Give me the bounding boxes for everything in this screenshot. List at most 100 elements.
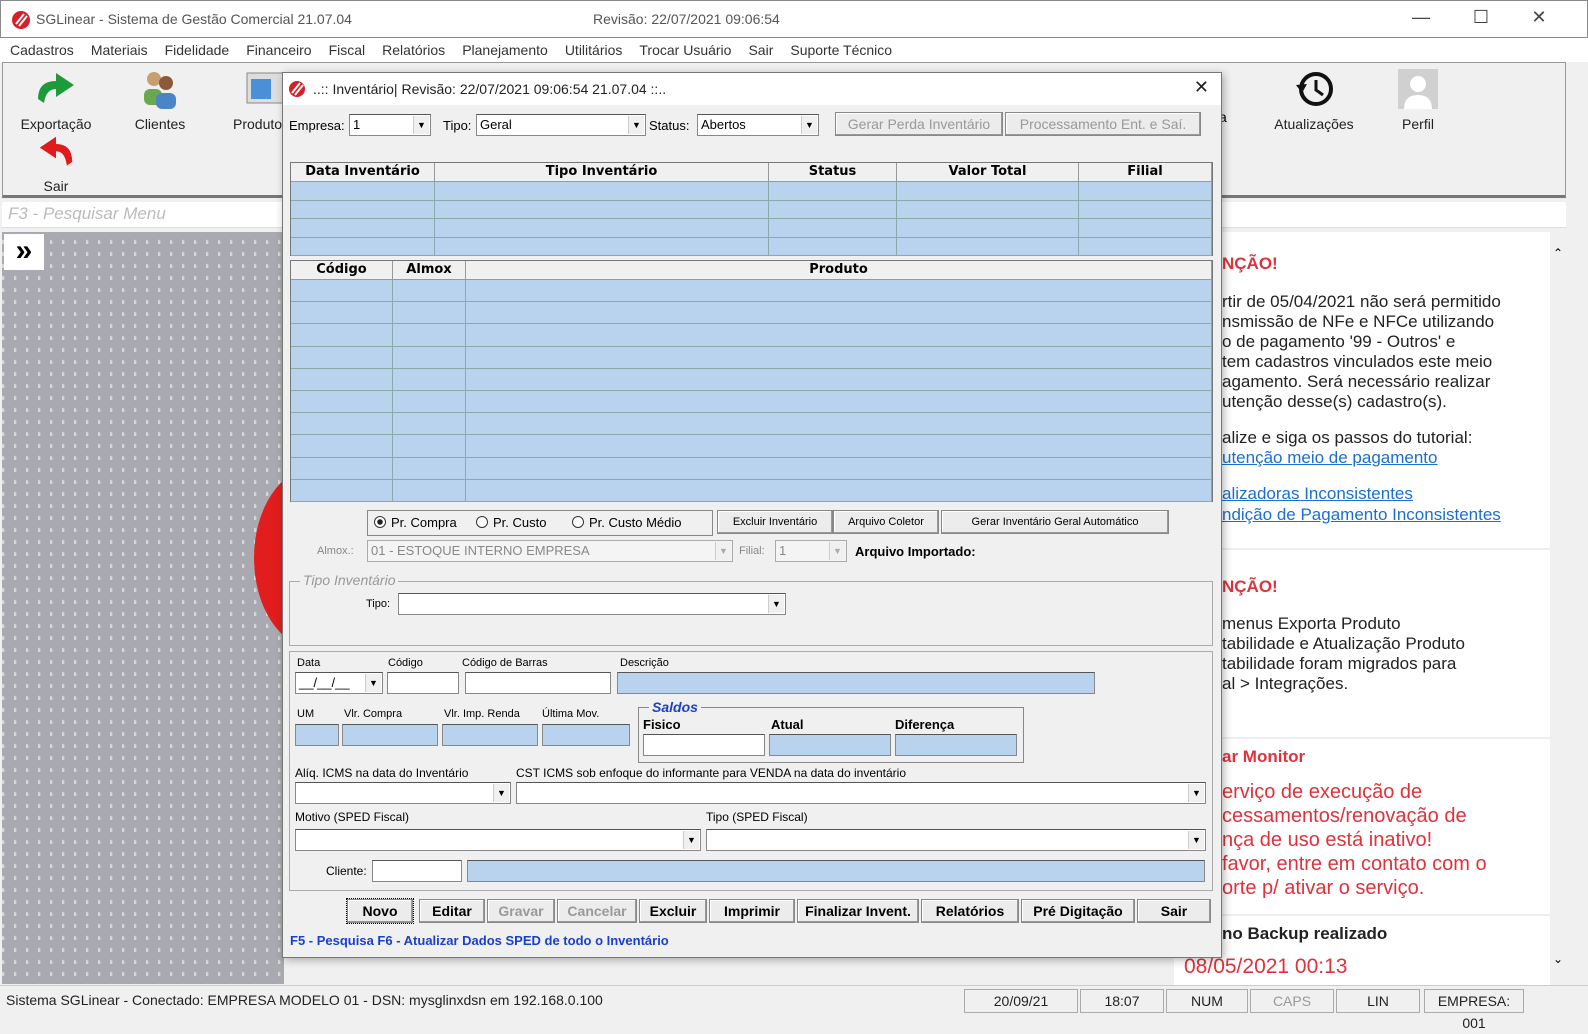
toolbar-clientes[interactable]: Clientes	[115, 63, 205, 132]
menu-item[interactable]: Relatórios	[382, 38, 445, 62]
dialog-close-button[interactable]: ✕	[1194, 77, 1209, 98]
minimize-button[interactable]: —	[1401, 7, 1441, 33]
column-header[interactable]: Tipo Inventário	[435, 163, 769, 182]
radio-1[interactable]: Pr. Custo	[476, 515, 546, 530]
toolbar-perfil[interactable]: Perfil	[1373, 63, 1463, 132]
grid-cell[interactable]	[466, 368, 1212, 391]
btn-excluir[interactable]: Excluir	[639, 899, 707, 923]
radio-2[interactable]: Pr. Custo Médio	[572, 515, 682, 530]
grid-cell[interactable]	[393, 479, 466, 502]
menu-item[interactable]: Suporte Técnico	[790, 38, 892, 62]
grid-cell[interactable]	[291, 182, 435, 201]
grid-cell[interactable]	[291, 302, 393, 325]
column-header[interactable]: Produto	[466, 261, 1212, 280]
grid-cell[interactable]	[291, 324, 393, 347]
menu-item[interactable]: Utilitários	[565, 38, 623, 62]
grid-cell[interactable]	[291, 280, 393, 303]
radio-0[interactable]: Pr. Compra	[374, 515, 457, 530]
grid-cell[interactable]	[897, 219, 1079, 238]
gerar-perda-button[interactable]: Gerar Perda Inventário	[835, 112, 1003, 136]
grid-cell[interactable]	[435, 237, 769, 256]
grid-cell[interactable]	[1079, 182, 1212, 201]
grid-cell[interactable]	[435, 200, 769, 219]
toolbar-produtos[interactable]: Produto	[221, 63, 291, 132]
grid-cell[interactable]	[393, 324, 466, 347]
menu-item[interactable]: Financeiro	[246, 38, 311, 62]
grid-cell[interactable]	[466, 324, 1212, 347]
btn-gravar[interactable]: Gravar	[487, 899, 555, 923]
grid-cell[interactable]	[291, 346, 393, 369]
btn-pr-digita-o[interactable]: Pré Digitação	[1021, 899, 1135, 923]
grid-cell[interactable]	[291, 391, 393, 414]
tutorial-link[interactable]: utenção meio de pagamento	[1222, 448, 1438, 468]
grid-cell[interactable]	[291, 237, 435, 256]
grid-cell[interactable]	[435, 182, 769, 201]
grid-cell[interactable]	[393, 391, 466, 414]
grid-cell[interactable]	[897, 200, 1079, 219]
column-header[interactable]: Código	[291, 261, 393, 280]
grid-cell[interactable]	[466, 346, 1212, 369]
tipo-sped-select[interactable]: ▼	[706, 829, 1206, 851]
grid-cell[interactable]	[769, 219, 897, 238]
grid-cell[interactable]	[1079, 237, 1212, 256]
grid-cell[interactable]	[769, 237, 897, 256]
almox-select[interactable]: 01 - ESTOQUE INTERNO EMPRESA ▼	[367, 540, 733, 562]
tipo-inv-select[interactable]: ▼	[398, 593, 786, 615]
grid-cell[interactable]	[393, 280, 466, 303]
grid-cell[interactable]	[769, 182, 897, 201]
column-header[interactable]: Status	[769, 163, 897, 182]
grid-cell[interactable]	[393, 457, 466, 480]
inventory-grid[interactable]: Data Inventário Tipo Inventário Status Valo…	[290, 162, 1213, 256]
menu-item[interactable]: Fidelidade	[165, 38, 230, 62]
menu-item[interactable]: Cadastros	[10, 38, 74, 62]
toolbar-atualizacoes[interactable]: Atualizações	[1267, 63, 1361, 132]
grid-cell[interactable]	[435, 219, 769, 238]
column-header[interactable]: Data Inventário	[291, 163, 435, 182]
inconsistent-link[interactable]: alizadoras Inconsistentes	[1222, 484, 1413, 504]
cst-select[interactable]: ▼	[516, 782, 1206, 804]
btn-imprimir[interactable]: Imprimir	[709, 899, 795, 923]
grid-cell[interactable]	[466, 457, 1212, 480]
btn-editar[interactable]: Editar	[419, 899, 485, 923]
menu-item[interactable]: Trocar Usuário	[639, 38, 731, 62]
motivo-select[interactable]: ▼	[295, 829, 701, 851]
expand-sidebar-button[interactable]: »	[4, 234, 44, 270]
codigo-input[interactable]	[387, 672, 459, 694]
cliente-input[interactable]	[372, 860, 462, 882]
grid-cell[interactable]	[393, 413, 466, 436]
gerar-automatico-button[interactable]: Gerar Inventário Geral Automático	[941, 510, 1169, 534]
empresa-select[interactable]: 1 ▼	[349, 114, 431, 136]
menu-item[interactable]: Materiais	[91, 38, 148, 62]
toolbar-exportacao[interactable]: Exportação	[11, 63, 101, 132]
grid-cell[interactable]	[393, 346, 466, 369]
arquivo-coletor-button[interactable]: Arquivo Coletor	[833, 510, 939, 534]
grid-cell[interactable]	[1079, 219, 1212, 238]
column-header[interactable]: Filial	[1079, 163, 1212, 182]
maximize-button[interactable]: ☐	[1461, 7, 1501, 33]
btn-finalizar-invent-[interactable]: Finalizar Invent.	[797, 899, 919, 923]
grid-cell[interactable]	[393, 302, 466, 325]
grid-cell[interactable]	[769, 200, 897, 219]
grid-cell[interactable]	[291, 457, 393, 480]
notice-scrollbar[interactable]: ⌃ ⌄	[1550, 232, 1566, 984]
grid-cell[interactable]	[393, 368, 466, 391]
column-header[interactable]: Almox	[393, 261, 466, 280]
grid-cell[interactable]	[466, 302, 1212, 325]
grid-cell[interactable]	[466, 280, 1212, 303]
menu-item[interactable]: Sair	[748, 38, 773, 62]
product-grid[interactable]: Código Almox Produto	[290, 260, 1213, 502]
column-header[interactable]: Valor Total	[897, 163, 1079, 182]
grid-cell[interactable]	[291, 479, 393, 502]
grid-cell[interactable]	[291, 413, 393, 436]
grid-cell[interactable]	[466, 391, 1212, 414]
grid-cell[interactable]	[466, 413, 1212, 436]
btn-sair[interactable]: Sair	[1137, 899, 1211, 923]
grid-cell[interactable]	[466, 435, 1212, 458]
menu-item[interactable]: Planejamento	[462, 38, 548, 62]
grid-cell[interactable]	[291, 435, 393, 458]
close-button[interactable]: ✕	[1519, 7, 1559, 33]
grid-cell[interactable]	[897, 182, 1079, 201]
codigo-barras-input[interactable]	[465, 672, 611, 694]
fisico-input[interactable]	[643, 734, 765, 756]
data-picker[interactable]: __/__/__ ▼	[295, 672, 383, 694]
